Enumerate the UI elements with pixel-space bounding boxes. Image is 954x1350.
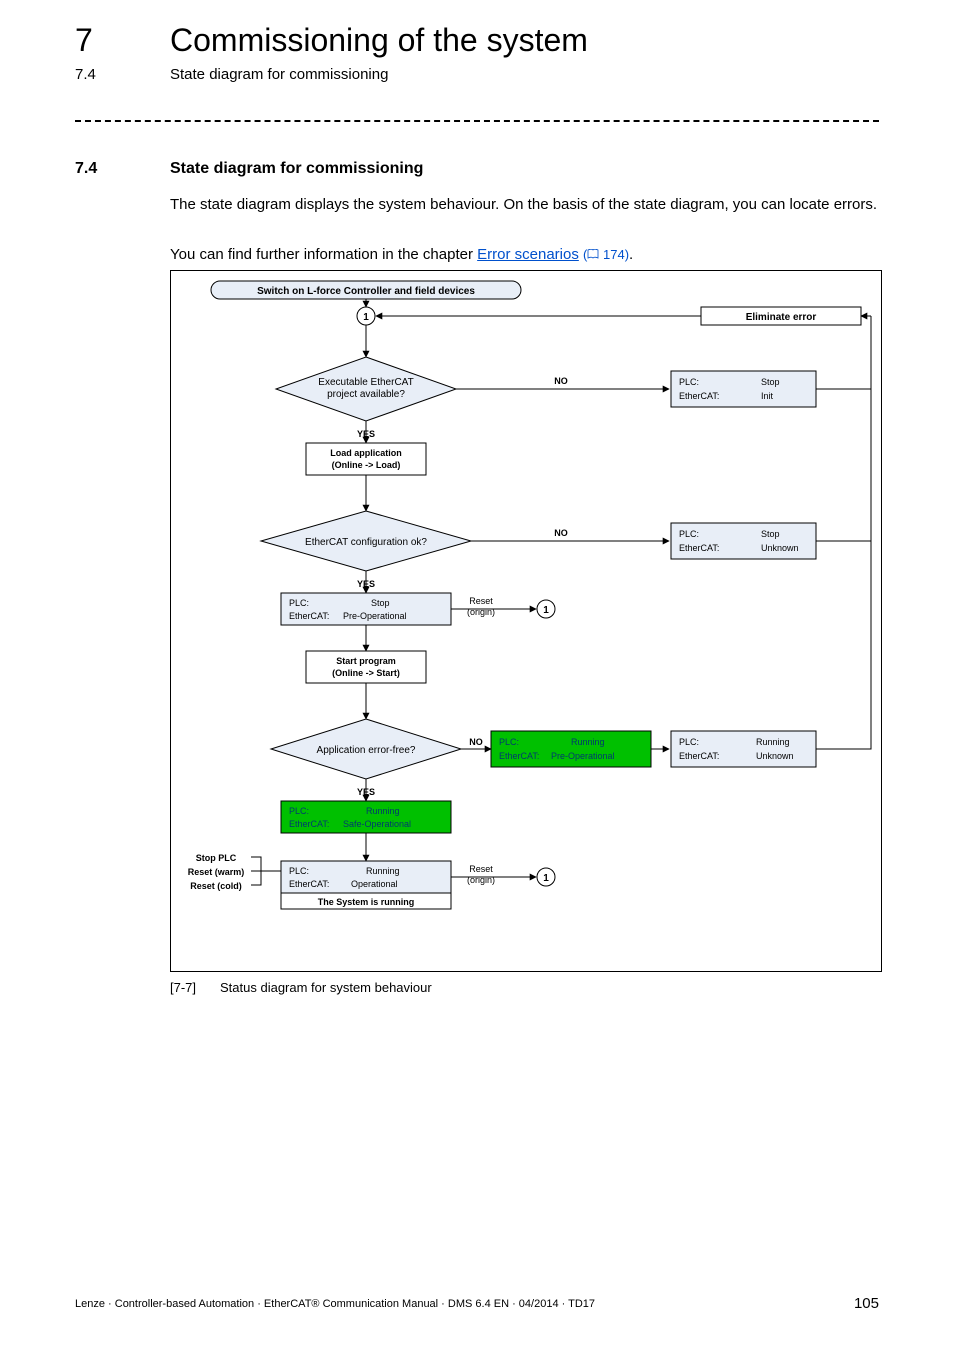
figure-caption-number: [7-7] — [170, 980, 196, 995]
book-icon — [587, 249, 599, 259]
connector-c2: 1 — [543, 873, 549, 884]
state3-ecat-label: EtherCAT: — [289, 611, 329, 621]
state3-plc-val: Stop — [371, 598, 390, 608]
dec2-label: EtherCAT configuration ok? — [305, 537, 427, 548]
paragraph-intro: The state diagram displays the system be… — [170, 195, 879, 215]
state6-ecat-label: EtherCAT: — [289, 819, 329, 829]
state4-plc-val: Running — [571, 737, 605, 747]
state2-plc-label: PLC: — [679, 529, 699, 539]
left-evt-2: Reset (warm) — [188, 867, 245, 877]
error-scenarios-link[interactable]: Error scenarios — [477, 246, 579, 263]
reset1-line2: (origin) — [467, 607, 495, 617]
state7-ecat-label: EtherCAT: — [289, 879, 329, 889]
state-diagram: Switch on L-force Controller and field d… — [170, 270, 882, 972]
state6-plc-val: Running — [366, 806, 400, 816]
para-ref-prefix: You can find further information in the … — [170, 246, 477, 263]
state1-ecat-label: EtherCAT: — [679, 391, 719, 401]
state2-ecat-label: EtherCAT: — [679, 543, 719, 553]
section-title: State diagram for commissioning — [170, 160, 423, 178]
state5-ecat-label: EtherCAT: — [679, 751, 719, 761]
dec2-yes: YES — [357, 579, 375, 589]
page-ref-number: 174 — [603, 247, 625, 262]
chapter-number: 7 — [75, 22, 93, 59]
state3-plc-label: PLC: — [289, 598, 309, 608]
page-number: 105 — [854, 1295, 879, 1312]
connector-1: 1 — [363, 312, 369, 323]
footer-text: Lenze · Controller-based Automation · Et… — [75, 1298, 595, 1310]
page: 7 Commissioning of the system 7.4 State … — [0, 0, 954, 1350]
dec1-no: NO — [554, 376, 568, 386]
state1-ecat-val: Init — [761, 391, 774, 401]
state7-subtitle: The System is running — [318, 897, 415, 907]
proc1-line1: Load application — [330, 448, 402, 458]
dec1-yes: YES — [357, 429, 375, 439]
reset2-line1: Reset — [469, 864, 493, 874]
state1-plc-val: Stop — [761, 377, 780, 387]
divider — [75, 120, 879, 122]
page-ref: ( 174) — [583, 247, 629, 262]
state6-plc-label: PLC: — [289, 806, 309, 816]
section-number-header: 7.4 — [75, 66, 96, 83]
state1-plc-label: PLC: — [679, 377, 699, 387]
proc2-line1: Start program — [336, 656, 396, 666]
state6-ecat-val: Safe-Operational — [343, 819, 411, 829]
state7-plc-val: Running — [366, 866, 400, 876]
proc2-line2: (Online -> Start) — [332, 668, 400, 678]
figure-caption-text: Status diagram for system behaviour — [220, 980, 432, 995]
reset1-line1: Reset — [469, 596, 493, 606]
state5-plc-val: Running — [756, 737, 790, 747]
left-evt-1: Stop PLC — [196, 853, 237, 863]
state2-ecat-val: Unknown — [761, 543, 799, 553]
state2-plc-val: Stop — [761, 529, 780, 539]
para-ref-suffix: . — [629, 246, 633, 263]
dec2-no: NO — [554, 528, 568, 538]
proc1-line2: (Online -> Load) — [332, 460, 401, 470]
state7-plc-label: PLC: — [289, 866, 309, 876]
state3-ecat-val: Pre-Operational — [343, 611, 407, 621]
state5-plc-label: PLC: — [679, 737, 699, 747]
left-evt-3: Reset (cold) — [190, 881, 242, 891]
state7-ecat-val: Operational — [351, 879, 398, 889]
dec3-no: NO — [469, 737, 483, 747]
paragraph-ref: You can find further information in the … — [170, 245, 879, 265]
dec1-line2: project available? — [327, 389, 405, 400]
connector-c1: 1 — [543, 605, 549, 616]
section-title-header: State diagram for commissioning — [170, 66, 388, 83]
state5-ecat-val: Unknown — [756, 751, 794, 761]
dec1-line1: Executable EtherCAT — [318, 377, 413, 388]
dec3-label: Application error-free? — [317, 745, 416, 756]
eliminate-error-node: Eliminate error — [746, 312, 817, 323]
reset2-line2: (origin) — [467, 875, 495, 885]
state4-ecat-val: Pre-Operational — [551, 751, 615, 761]
state4-plc-label: PLC: — [499, 737, 519, 747]
start-node: Switch on L-force Controller and field d… — [257, 286, 475, 297]
state4-ecat-label: EtherCAT: — [499, 751, 539, 761]
chapter-title: Commissioning of the system — [170, 22, 588, 59]
dec3-yes: YES — [357, 787, 375, 797]
section-number: 7.4 — [75, 160, 97, 178]
